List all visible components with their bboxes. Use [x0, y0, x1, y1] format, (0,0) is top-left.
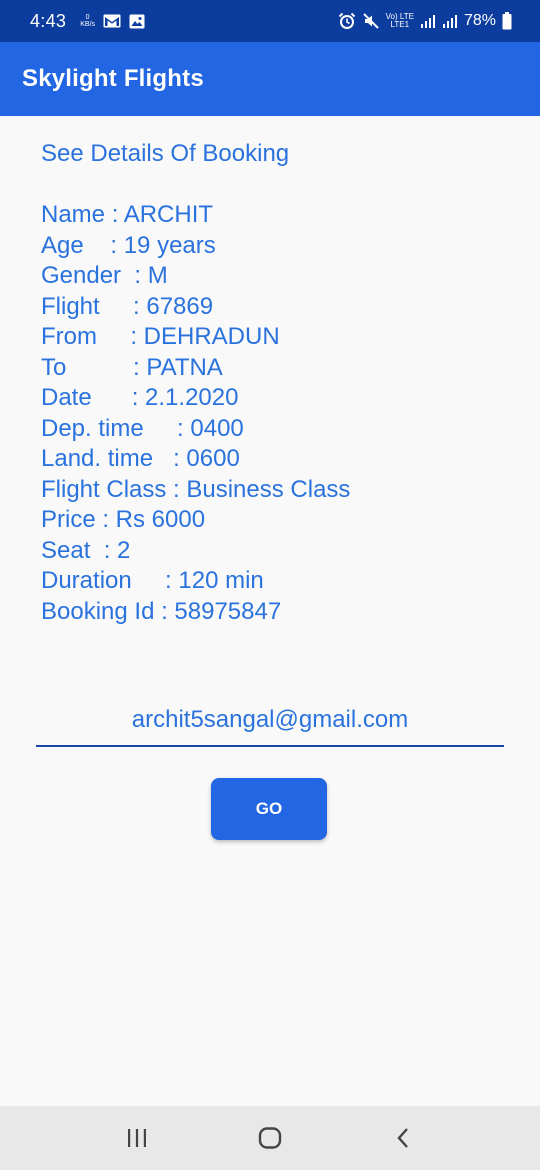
detail-name: Name : ARCHIT	[41, 201, 214, 228]
app-title: Skylight Flights	[22, 65, 204, 92]
back-button[interactable]	[373, 1108, 433, 1168]
gmail-icon	[103, 14, 121, 28]
net-speed-value: 0	[85, 14, 90, 21]
detail-departure-time: Dep. time : 0400	[41, 414, 244, 442]
booking-details: Name : ARCHIT Age : 19 years Gender : M …	[41, 200, 350, 627]
detail-seat: Seat : 2	[41, 536, 131, 564]
net-speed-unit: KB/s	[80, 21, 96, 28]
email-field[interactable]: archit5sangal@gmail.com	[36, 700, 504, 747]
signal-icon	[442, 13, 458, 29]
status-right: Vo) LTE LTE1 78%	[338, 12, 512, 30]
battery-percent: 78%	[463, 12, 496, 29]
gallery-icon	[129, 14, 145, 29]
page-heading: See Details Of Booking	[41, 140, 290, 167]
detail-gender: Gender : M	[41, 262, 168, 289]
detail-from: From : DEHRADUN	[41, 323, 280, 350]
status-bar: 4:43 0 KB/s Vo) LTE LTE1 78%	[0, 0, 540, 42]
detail-flight: Flight : 67869	[41, 292, 214, 320]
detail-price: Price : Rs 6000	[41, 506, 206, 533]
status-time: 4:43	[30, 10, 67, 31]
mute-icon	[362, 12, 380, 30]
home-button[interactable]	[240, 1108, 300, 1168]
go-button[interactable]: GO	[211, 778, 327, 840]
navigation-bar	[0, 1106, 540, 1170]
detail-landing-time: Land. time : 0600	[41, 445, 240, 472]
status-left: 4:43 0 KB/s	[30, 11, 145, 32]
alarm-icon	[338, 12, 356, 30]
home-icon	[258, 1127, 282, 1149]
detail-date: Date : 2.1.2020	[41, 384, 239, 411]
detail-duration: Duration : 120 min	[41, 567, 264, 594]
email-value: archit5sangal@gmail.com	[131, 706, 409, 733]
app-bar: Skylight Flights	[0, 42, 540, 116]
detail-booking-id: Booking Id : 58975847	[41, 597, 282, 625]
recent-apps-button[interactable]	[107, 1108, 167, 1168]
battery-icon	[502, 12, 512, 30]
net-speed-indicator: 0 KB/s	[80, 14, 95, 28]
network-type-indicator: Vo) LTE LTE1	[386, 13, 414, 29]
detail-age: Age : 19 years	[41, 231, 216, 259]
network-label-bottom: LTE1	[390, 20, 410, 29]
back-icon	[397, 1128, 409, 1148]
detail-flight-class: Flight Class : Business Class	[41, 475, 351, 503]
recent-apps-icon	[127, 1129, 146, 1147]
detail-to: To : PATNA	[41, 353, 223, 381]
signal-icon	[420, 13, 436, 29]
